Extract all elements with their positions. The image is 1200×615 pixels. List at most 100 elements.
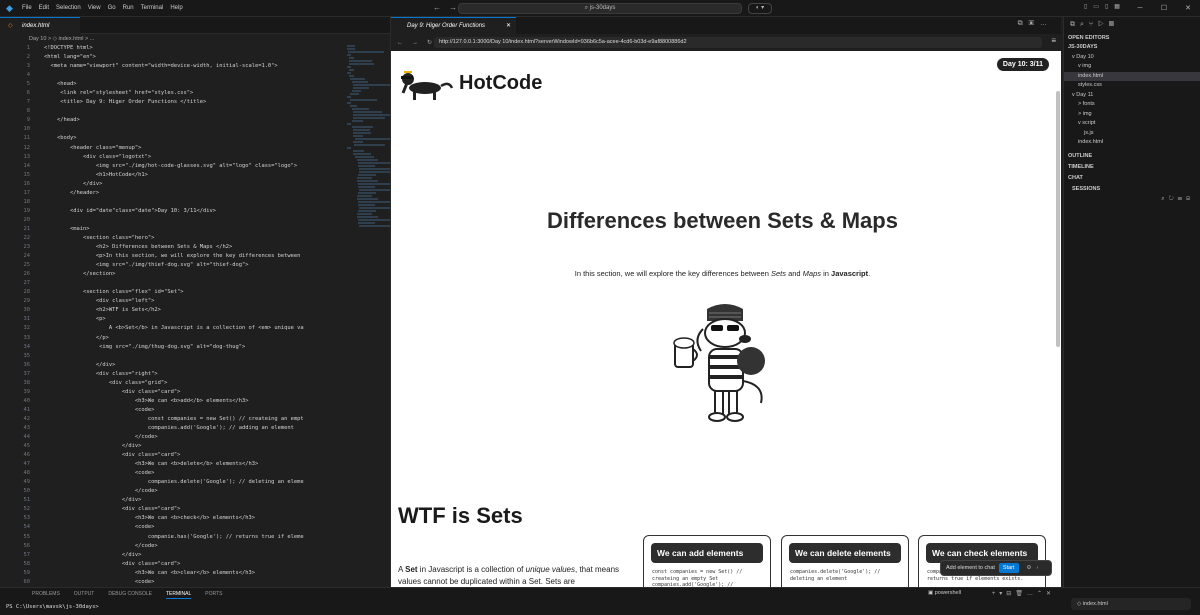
panel-actions[interactable]: +▾⊟🗑…⌃✕	[992, 590, 1055, 597]
code-line[interactable]: 31 <p>	[0, 315, 345, 324]
panel-tab-debug-console[interactable]: DEBUG CONSOLE	[108, 591, 152, 597]
code-line[interactable]: 57 </div>	[0, 551, 345, 560]
menu-item-run[interactable]: Run	[123, 5, 134, 11]
code-line[interactable]: 49 companies.delete('Google'); // deleti…	[0, 478, 345, 487]
panel-tab-ports[interactable]: PORTS	[205, 591, 222, 597]
code-editor[interactable]: 1 <!DOCTYPE html> 2 <html lang="en"> 3 <meta…	[0, 44, 345, 587]
code-line[interactable]: 22 <section class="hero">	[0, 234, 345, 243]
code-line[interactable]: 20	[0, 216, 345, 225]
code-line[interactable]: 29 <div class="left">	[0, 297, 345, 306]
minimize-icon[interactable]: ─	[1128, 0, 1152, 17]
code-line[interactable]: 2 <html lang="en">	[0, 53, 345, 62]
shell-label[interactable]: ▣ powershell	[928, 590, 961, 596]
sessions-actions[interactable]: ⌕↻☰⊟	[1161, 196, 1194, 203]
tree-item[interactable]: v img	[1064, 62, 1200, 72]
code-line[interactable]: 11 <body>	[0, 134, 345, 143]
chat-header[interactable]: CHAT	[1064, 174, 1200, 183]
code-line[interactable]: 50 </code>	[0, 487, 345, 496]
code-line[interactable]: 53 <h3>We can <b>check</b> elements</h3>	[0, 514, 345, 523]
code-line[interactable]: 32 A <b>Set</b> in Javascript is a colle…	[0, 324, 345, 333]
code-line[interactable]: 30 <h2>WTF is Sets</h2>	[0, 306, 345, 315]
panel-tab-terminal[interactable]: TERMINAL	[165, 591, 192, 599]
editor-actions[interactable]: ⧉▣…	[1018, 20, 1053, 28]
code-line[interactable]: 18	[0, 198, 345, 207]
add-element-to-chat[interactable]: Add element to chat Start ⚙›	[940, 560, 1052, 576]
code-line[interactable]: 9 </head>	[0, 116, 345, 125]
code-line[interactable]: 8	[0, 107, 345, 116]
breadcrumb[interactable]: Day 10 > ◇ index.html > ...	[0, 34, 390, 44]
browser-menu-icon[interactable]: ≡	[1051, 36, 1056, 45]
code-line[interactable]: 10	[0, 125, 345, 134]
tree-item[interactable]: index.html	[1064, 138, 1200, 148]
tree-item[interactable]: JS-30DAYS	[1064, 43, 1200, 53]
code-line[interactable]: 55 companie.has('Google'); // returns tr…	[0, 533, 345, 542]
code-line[interactable]: 35	[0, 352, 345, 361]
sessions-header[interactable]: SESSIONS	[1064, 185, 1200, 194]
code-line[interactable]: 21 <main>	[0, 225, 345, 234]
code-line[interactable]: 39 <div class="card">	[0, 388, 345, 397]
code-line[interactable]: 59 <h3>We can <b>clear</b> elements</h3>	[0, 569, 345, 578]
close-tab-icon[interactable]: ✕	[506, 18, 511, 34]
code-line[interactable]: 60 <code>	[0, 578, 345, 587]
code-line[interactable]: 12 <header class="menup">	[0, 144, 345, 153]
tab-browser[interactable]: Day 9: Higer Order Functions ✕	[391, 17, 516, 34]
code-line[interactable]: 15 <h1>HotCode</h1>	[0, 171, 345, 180]
code-line[interactable]: 40 <h3>We can <b>add</b> elements</h3>	[0, 397, 345, 406]
code-line[interactable]: 36 </div>	[0, 361, 345, 370]
code-line[interactable]: 1 <!DOCTYPE html>	[0, 44, 345, 53]
code-line[interactable]: 44 </code>	[0, 433, 345, 442]
code-line[interactable]: 56 </code>	[0, 542, 345, 551]
menu-item-view[interactable]: View	[88, 5, 101, 11]
tree-item[interactable]: v Day 11	[1064, 91, 1200, 101]
menu-item-selection[interactable]: Selection	[56, 5, 81, 11]
sidebar-icons[interactable]: ⧉⌕⑂▷▦	[1064, 17, 1200, 34]
code-line[interactable]: 28 <section class="flex" id="Set">	[0, 288, 345, 297]
minimap[interactable]	[347, 44, 399, 587]
code-line[interactable]: 7 <title> Day 9: Higer Order Functions <…	[0, 98, 345, 107]
timeline-header[interactable]: TIMELINE	[1064, 163, 1200, 172]
code-line[interactable]: 52 <div class="card">	[0, 505, 345, 514]
code-line[interactable]: 33 </p>	[0, 334, 345, 343]
code-line[interactable]: 34 <img src="./img/thug-dog.svg" alt="do…	[0, 343, 345, 352]
tree-item[interactable]: v Day 10	[1064, 53, 1200, 63]
menu-item-file[interactable]: File	[22, 5, 32, 11]
outline-header[interactable]: OUTLINE	[1064, 152, 1200, 161]
page-scrollbar[interactable]	[1056, 91, 1060, 347]
url-input[interactable]: http://127.0.0.1:3000/Day 10/index.html?…	[434, 37, 1042, 48]
code-line[interactable]: 45 </div>	[0, 442, 345, 451]
open-editors-header[interactable]: OPEN EDITORS	[1064, 34, 1200, 43]
code-line[interactable]: 17 </header>	[0, 189, 345, 198]
code-line[interactable]: 23 <h2> Differences between Sets & Maps …	[0, 243, 345, 252]
layout-icons[interactable]: ▯▭▯▦	[1084, 3, 1126, 10]
code-line[interactable]: 42 const companies = new Set() // create…	[0, 415, 345, 424]
maximize-icon[interactable]: ☐	[1152, 0, 1176, 17]
code-line[interactable]: 16 </div>	[0, 180, 345, 189]
code-line[interactable]: 27	[0, 279, 345, 288]
tree-item[interactable]: index.html	[1064, 71, 1200, 81]
code-line[interactable]: 51 </div>	[0, 496, 345, 505]
tree-item[interactable]: > img	[1064, 110, 1200, 120]
copilot-icon[interactable]: ◐ ▾	[748, 3, 772, 14]
command-center[interactable]: ⌕ js-30days	[458, 3, 742, 14]
tree-item[interactable]: styles.css	[1064, 81, 1200, 91]
code-line[interactable]: 46 <div class="card">	[0, 451, 345, 460]
code-line[interactable]: 26 </section>	[0, 270, 345, 279]
code-line[interactable]: 24 <p>In this section, we will explore t…	[0, 252, 345, 261]
code-line[interactable]: 14 <img src="./img/hot-code-glasses.svg"…	[0, 162, 345, 171]
chat-pill-icons[interactable]: ⚙›	[1027, 565, 1044, 571]
tree-item[interactable]: js.js	[1064, 129, 1200, 139]
menu-item-go[interactable]: Go	[108, 5, 116, 11]
code-line[interactable]: 47 <h3>We can <b>delete</b> elements</h3…	[0, 460, 345, 469]
menu-item-edit[interactable]: Edit	[39, 5, 49, 11]
start-button[interactable]: Start	[998, 563, 1019, 573]
code-line[interactable]: 43 companies.add('Google'); // adding an…	[0, 424, 345, 433]
tree-item[interactable]: v script	[1064, 119, 1200, 129]
code-line[interactable]: 13 <div class="logotxt">	[0, 153, 345, 162]
menu-item-help[interactable]: Help	[170, 5, 182, 11]
code-line[interactable]: 48 <code>	[0, 469, 345, 478]
terminal-prompt[interactable]: PS C:\Users\mavsk\js-30days>	[6, 604, 99, 610]
window-controls[interactable]: ─ ☐ ✕	[1128, 0, 1200, 17]
code-line[interactable]: 3 <meta name="viewport" content="width=d…	[0, 62, 345, 71]
code-line[interactable]: 6 <link rel="stylesheet" href="styles.cs…	[0, 89, 345, 98]
tree-item[interactable]: > fonts	[1064, 100, 1200, 110]
